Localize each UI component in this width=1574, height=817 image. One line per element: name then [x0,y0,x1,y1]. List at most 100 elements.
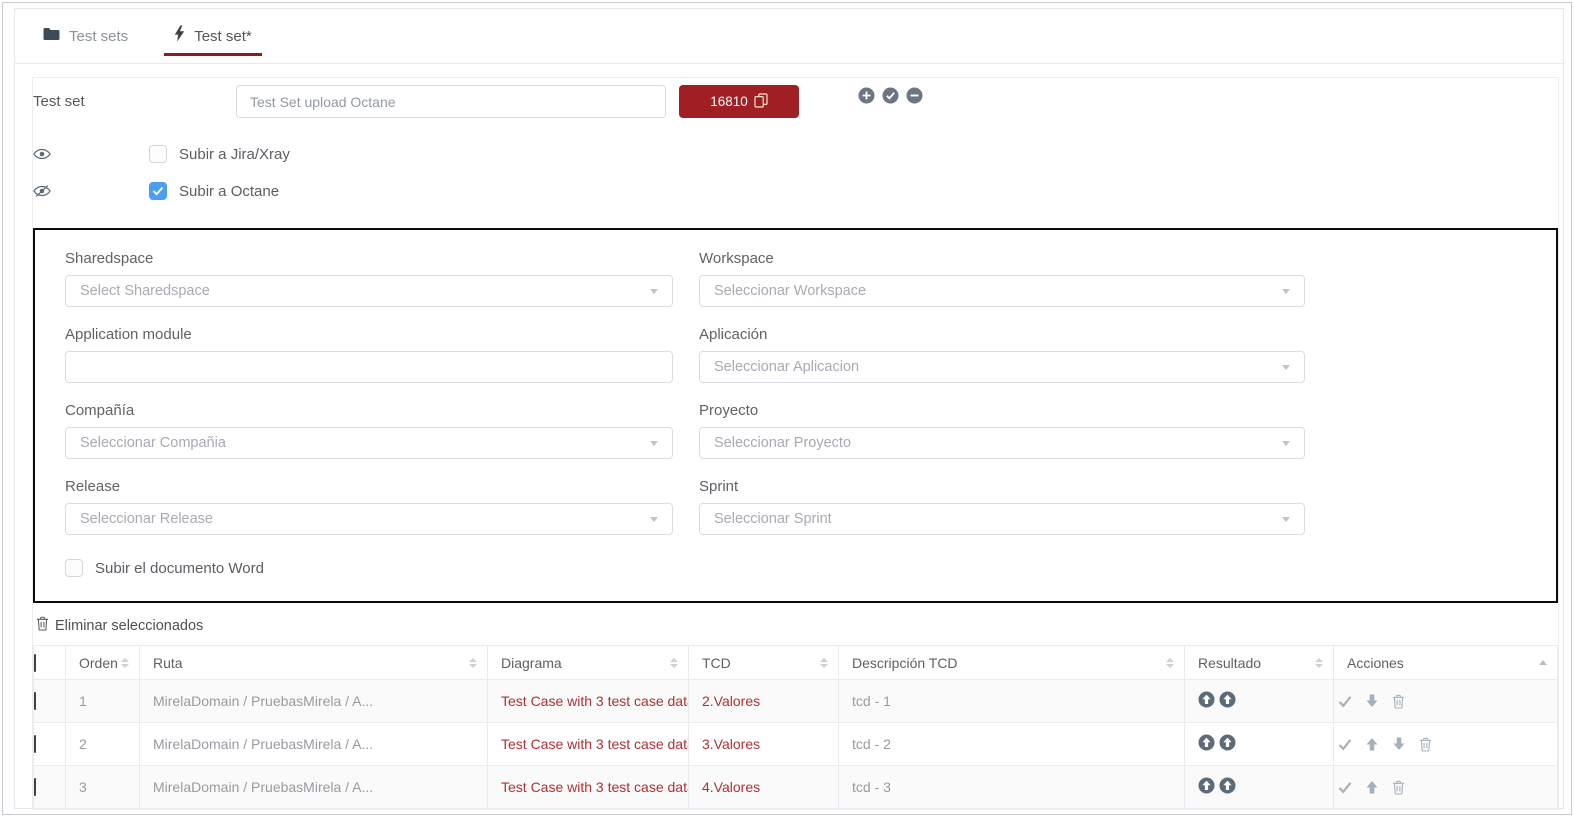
cell-tcd: 2.Valores [689,693,838,709]
field-application-module: Application module [65,326,673,383]
field-sprint: Sprint Seleccionar Sprint [699,478,1305,535]
select-all-checkbox[interactable] [34,654,36,672]
chevron-down-icon [1282,517,1290,522]
tab-test-set[interactable]: Test set* [168,9,258,63]
cell-orden: 2 [66,736,139,752]
sort-icon[interactable] [469,658,477,668]
check-circle-icon[interactable] [882,87,899,104]
cell-diagrama: Test Case with 3 test case data [488,736,688,752]
check-icon[interactable] [1338,781,1352,794]
trash-icon[interactable] [1392,694,1405,709]
cell-diagrama: Test Case with 3 test case data [488,779,688,795]
arrow-up-icon[interactable] [1365,780,1379,794]
sort-icon[interactable] [1166,658,1174,668]
field-compania: Compañía Seleccionar Compañia [65,402,673,459]
eye-icon[interactable] [33,148,53,160]
cell-descripcion: tcd - 2 [839,736,1184,752]
sprint-label: Sprint [699,478,1305,496]
arrow-up-circle-icon[interactable] [1198,734,1215,754]
arrow-up-icon[interactable] [1365,737,1379,751]
word-option-row: Subir el documento Word [65,559,1526,577]
compania-select[interactable]: Seleccionar Compañia [65,427,673,459]
row-checkbox[interactable] [34,778,36,796]
sort-icon[interactable] [121,658,129,668]
sort-icon[interactable] [820,658,828,668]
release-select[interactable]: Seleccionar Release [65,503,673,535]
sort-icon[interactable] [670,658,678,668]
sort-icon[interactable] [1315,658,1323,668]
jira-checkbox-label: Subir a Jira/Xray [179,146,290,163]
copy-icon [754,93,768,111]
plus-circle-icon[interactable] [858,87,875,104]
delete-selected-button[interactable]: Eliminar seleccionados [33,616,1558,636]
aplicacion-label: Aplicación [699,326,1305,344]
arrow-up-circle-icon[interactable] [1219,691,1236,711]
test-set-panel: Test set 16810 [32,77,1559,810]
word-checkbox[interactable] [65,559,83,577]
cell-ruta: MirelaDomain / PruebasMirela / A... [140,693,487,709]
table-header-row: Orden Ruta Diagrama TCD Descripción TCD … [34,646,1558,680]
chevron-down-icon [650,289,658,294]
compania-label: Compañía [65,402,673,420]
workspace-label: Workspace [699,250,1305,268]
proyecto-placeholder: Seleccionar Proyecto [714,435,1282,451]
content-area: Test set 16810 [15,64,1563,810]
chevron-down-icon [1282,289,1290,294]
cell-ruta: MirelaDomain / PruebasMirela / A... [140,736,487,752]
chevron-down-icon [1282,365,1290,370]
arrow-down-icon[interactable] [1365,694,1379,708]
octane-checkbox[interactable] [149,182,167,200]
cell-orden: 3 [66,779,139,795]
jira-checkbox[interactable] [149,145,167,163]
test-set-name-input[interactable] [236,85,666,118]
workspace-placeholder: Seleccionar Workspace [714,283,1282,299]
cell-tcd: 3.Valores [689,736,838,752]
test-set-row: Test set 16810 [33,85,1558,118]
cell-orden: 1 [66,693,139,709]
test-set-id-badge[interactable]: 16810 [679,85,799,118]
sprint-select[interactable]: Seleccionar Sprint [699,503,1305,535]
header-acciones: Acciones [1347,655,1404,671]
proyecto-select[interactable]: Seleccionar Proyecto [699,427,1305,459]
table-row: 2 MirelaDomain / PruebasMirela / A... Te… [34,723,1558,766]
table-row: 3 MirelaDomain / PruebasMirela / A... Te… [34,766,1558,809]
check-icon[interactable] [1338,738,1352,751]
eye-off-icon[interactable] [33,184,53,198]
minus-circle-icon[interactable] [906,87,923,104]
test-case-table: Orden Ruta Diagrama TCD Descripción TCD … [33,645,1558,809]
test-set-toolbar [858,87,923,104]
arrow-up-circle-icon[interactable] [1198,691,1215,711]
octane-checkbox-label: Subir a Octane [179,183,279,200]
aplicacion-placeholder: Seleccionar Aplicacion [714,359,1282,375]
chevron-down-icon [650,517,658,522]
tab-test-sets[interactable]: Test sets [37,9,134,63]
active-tab-underline [164,53,262,56]
tab-test-set-label: Test set* [194,28,252,45]
arrow-down-icon[interactable] [1392,737,1406,751]
trash-icon [36,616,49,636]
trash-icon[interactable] [1419,737,1432,752]
octane-form-grid: Sharedspace Select Sharedspace Workspace… [65,250,1526,554]
release-label: Release [65,478,673,496]
sharedspace-select[interactable]: Select Sharedspace [65,275,673,307]
cell-tcd: 4.Valores [689,779,838,795]
aplicacion-select[interactable]: Seleccionar Aplicacion [699,351,1305,383]
row-checkbox[interactable] [34,735,36,753]
field-proyecto: Proyecto Seleccionar Proyecto [699,402,1305,459]
arrow-up-circle-icon[interactable] [1219,777,1236,797]
application-module-input[interactable] [65,351,673,383]
field-aplicacion: Aplicación Seleccionar Aplicacion [699,326,1305,383]
tab-test-sets-label: Test sets [69,28,128,45]
row-checkbox[interactable] [34,692,36,710]
test-set-label: Test set [33,93,236,110]
tab-bar: Test sets Test set* [15,9,1563,64]
chevron-down-icon [650,441,658,446]
arrow-up-circle-icon[interactable] [1219,734,1236,754]
workspace-select[interactable]: Seleccionar Workspace [699,275,1305,307]
sort-asc-icon[interactable] [1539,660,1547,665]
word-checkbox-label: Subir el documento Word [95,560,264,577]
trash-icon[interactable] [1392,780,1405,795]
check-icon[interactable] [1338,695,1352,708]
arrow-up-circle-icon[interactable] [1198,777,1215,797]
compania-placeholder: Seleccionar Compañia [80,435,650,451]
